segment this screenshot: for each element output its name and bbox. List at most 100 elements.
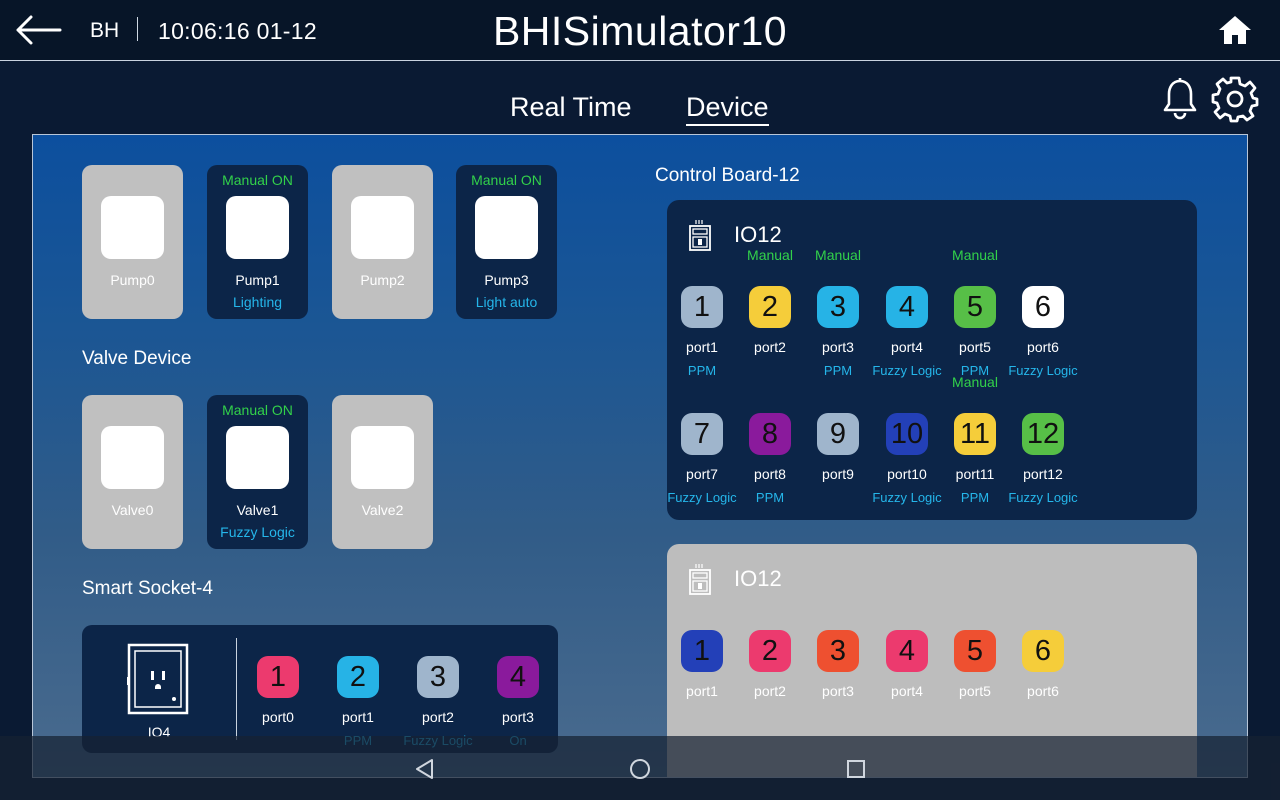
port-name: port7	[686, 466, 718, 482]
port-button[interactable]: 4 port4	[872, 630, 942, 730]
port-button[interactable]: 6 port6 Fuzzy Logic	[1008, 286, 1078, 386]
port-number-badge: 3	[817, 630, 859, 672]
port-name: port6	[1027, 683, 1059, 699]
port-number-badge: 4	[497, 656, 539, 698]
device-toggle[interactable]	[101, 426, 164, 489]
valve-section-title: Valve Device	[82, 348, 192, 369]
port-name: port4	[891, 339, 923, 355]
system-nav-bar	[0, 736, 1280, 800]
device-mode: Lighting	[232, 294, 283, 310]
board-name: IO12	[734, 222, 782, 247]
port-name: port3	[502, 709, 534, 725]
port-number-badge: 6	[1022, 630, 1064, 672]
back-arrow-icon[interactable]	[12, 12, 64, 48]
valve-tile-1[interactable]: Manual ON Valve1 Fuzzy Logic	[207, 395, 308, 549]
port-name: port9	[822, 466, 854, 482]
port-number-badge: 11	[954, 413, 996, 455]
recents-square-icon[interactable]	[844, 758, 868, 780]
port-state: Manual	[747, 247, 793, 263]
port-name: port1	[342, 709, 374, 725]
port-number-badge: 2	[749, 286, 791, 328]
port-number-badge: 2	[337, 656, 379, 698]
device-toggle[interactable]	[351, 426, 414, 489]
home-circle-icon[interactable]	[628, 758, 652, 780]
port-button[interactable]: 1 port1 PPM	[667, 286, 737, 386]
gear-icon[interactable]	[1210, 74, 1260, 124]
port-button[interactable]: Manual 5 port5 PPM	[940, 247, 1010, 386]
device-toggle[interactable]	[475, 196, 538, 259]
port-mode: Fuzzy Logic	[1008, 363, 1078, 378]
port-name: port4	[891, 683, 923, 699]
port-button[interactable]: Manual 3 port3 PPM	[803, 247, 873, 386]
port-button[interactable]: 7 port7 Fuzzy Logic	[667, 413, 737, 513]
port-button[interactable]: 6 port6	[1008, 630, 1078, 730]
port-button[interactable]: 8 port8 PPM	[735, 413, 805, 513]
home-icon[interactable]	[1216, 12, 1254, 48]
port-mode: Fuzzy Logic	[1008, 490, 1078, 505]
port-number-badge: 5	[954, 630, 996, 672]
device-label: Valve0	[111, 502, 154, 518]
port-name: port3	[822, 683, 854, 699]
port-button[interactable]: 12 port12 Fuzzy Logic	[1008, 413, 1078, 513]
power-outlet-icon	[127, 643, 191, 717]
device-toggle[interactable]	[226, 426, 289, 489]
port-mode: PPM	[755, 490, 785, 505]
pump-tile-2[interactable]: Pump2	[332, 165, 433, 319]
board-name: IO12	[734, 566, 782, 591]
port-number-badge: 8	[749, 413, 791, 455]
port-button[interactable]: 9 port9	[803, 413, 873, 513]
back-triangle-icon[interactable]	[413, 758, 437, 780]
port-number-badge: 12	[1022, 413, 1064, 455]
pump-tile-3[interactable]: Manual ON Pump3 Light auto	[456, 165, 557, 319]
device-label: Pump3	[484, 272, 529, 288]
port-name: port1	[686, 339, 718, 355]
port-name: port5	[959, 339, 991, 355]
control-board-card[interactable]: IO12 1 port1 PPM Manual 2 port2 Manual 3 port3 PP…	[667, 200, 1197, 520]
port-button[interactable]: 5 port5	[940, 630, 1010, 730]
port-number-badge: 3	[817, 286, 859, 328]
smart-socket-card[interactable]: IO4 1port02port1PPM3port2Fuzzy Logic4por…	[82, 625, 558, 753]
device-toggle[interactable]	[226, 196, 289, 259]
port-button[interactable]: 3 port3	[803, 630, 873, 730]
device-state: Manual ON	[222, 402, 293, 418]
port-number-badge: 3	[417, 656, 459, 698]
port-name: port12	[1023, 466, 1063, 482]
top-bar: BH 10:06:16 01-12 BHISimulator10	[0, 0, 1280, 61]
port-name: port8	[754, 466, 786, 482]
port-button[interactable]: 1 port1	[667, 630, 737, 730]
port-button[interactable]: 10 port10 Fuzzy Logic	[872, 413, 942, 513]
port-state: Manual	[815, 247, 861, 263]
port-state: Manual	[952, 374, 998, 390]
device-toggle[interactable]	[351, 196, 414, 259]
valve-tile-0[interactable]: Valve0	[82, 395, 183, 549]
port-number-badge: 1	[257, 656, 299, 698]
user-label: BH	[90, 19, 120, 42]
port-number-badge: 2	[749, 630, 791, 672]
port-button[interactable]: 4 port4 Fuzzy Logic	[872, 286, 942, 386]
pump-tile-0[interactable]: Pump0	[82, 165, 183, 319]
device-toggle[interactable]	[101, 196, 164, 259]
port-number-badge: 1	[681, 286, 723, 328]
tab-real-time[interactable]: Real Time	[510, 92, 632, 123]
port-number-badge: 10	[886, 413, 928, 455]
bell-icon[interactable]	[1160, 76, 1200, 120]
pump-tile-1[interactable]: Manual ON Pump1 Lighting	[207, 165, 308, 319]
port-state: Manual	[952, 247, 998, 263]
control-board-title: Control Board-12	[655, 165, 800, 186]
port-name: port2	[754, 683, 786, 699]
device-mode: Light auto	[475, 294, 538, 310]
port-name: port0	[262, 709, 294, 725]
port-button[interactable]: Manual 2 port2	[735, 247, 805, 386]
port-name: port2	[422, 709, 454, 725]
device-label: Pump1	[235, 272, 280, 288]
device-panel: Pump0 Manual ON Pump1 Lighting Pump2 Manual O…	[32, 134, 1248, 778]
port-name: port1	[686, 683, 718, 699]
port-button[interactable]: Manual 11 port11 PPM	[940, 374, 1010, 513]
port-name: port11	[955, 466, 995, 482]
tab-device[interactable]: Device	[686, 92, 769, 126]
device-label: Pump2	[360, 272, 405, 288]
device-mode: Fuzzy Logic	[220, 524, 295, 540]
device-label: Pump0	[110, 272, 155, 288]
valve-tile-2[interactable]: Valve2	[332, 395, 433, 549]
port-button[interactable]: 2 port2	[735, 630, 805, 730]
